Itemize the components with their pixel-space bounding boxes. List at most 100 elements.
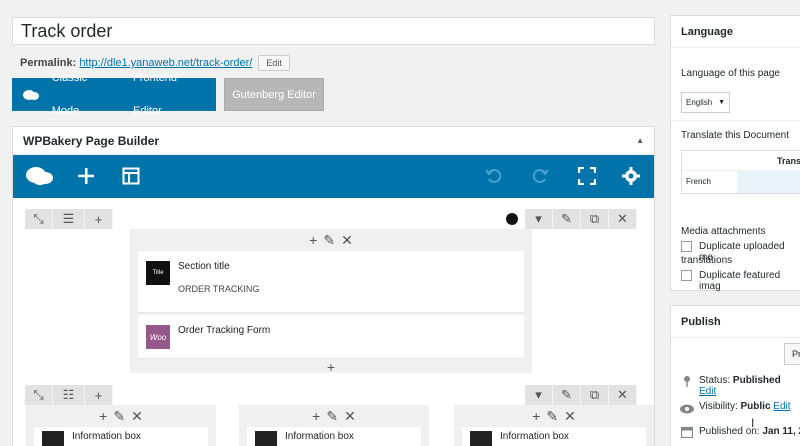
row-add-column-icon[interactable]: + (85, 385, 113, 405)
column-add-icon[interactable]: + (309, 232, 317, 248)
translation-table-header: Trans (682, 151, 800, 171)
column-add-icon[interactable]: + (99, 408, 107, 424)
status-row: Status: Published Edit (699, 375, 800, 397)
add-element-icon[interactable] (75, 165, 97, 187)
row-toggle-icon[interactable]: ▾ (525, 209, 553, 229)
column-delete-icon[interactable]: ✕ (564, 408, 576, 425)
row2-column-2: + ✎ ✕ Information box (239, 405, 429, 446)
column-tools: + ✎ ✕ (454, 405, 654, 427)
element-card-info-box[interactable]: Information box (462, 427, 646, 446)
column-delete-icon[interactable]: ✕ (341, 232, 353, 249)
row1-column: + ✎ ✕ Title Section title ORDER TRACKING… (130, 229, 532, 375)
status-label: Status: (699, 375, 731, 386)
column-tools: + ✎ ✕ (26, 405, 216, 427)
language-metabox: Language Language of this page English ▼… (670, 15, 800, 292)
row-layout-icon[interactable]: ☷ (53, 385, 85, 405)
duplicate-featured-label: Duplicate featured imag (699, 270, 781, 292)
element-subtitle: ORDER TRACKING (178, 284, 260, 294)
media-attachments-label: Media attachments (681, 226, 766, 237)
language-metabox-title[interactable]: Language (671, 16, 800, 48)
language-select-value: English (686, 98, 713, 107)
frontend-editor-button[interactable]: Frontend Editor (125, 62, 216, 128)
column-add-icon[interactable]: + (312, 408, 320, 424)
visibility-value: Public (740, 401, 771, 412)
element-card-order-tracking[interactable]: Woo Order Tracking Form (138, 315, 524, 359)
wpbakery-panel-header[interactable]: WPBakery Page Builder ▲ (13, 127, 654, 155)
duplicate-featured-checkbox[interactable] (681, 270, 692, 281)
row-edit-pencil-icon[interactable]: ✎ (553, 385, 581, 405)
column-add-icon[interactable]: + (532, 408, 540, 424)
column-tools: + ✎ ✕ (239, 405, 429, 427)
column-edit-icon[interactable]: ✎ (546, 408, 558, 425)
element-name: Information box (285, 431, 354, 442)
redo-icon[interactable] (529, 165, 551, 187)
element-card-info-box[interactable]: Information box (34, 427, 208, 446)
wpbakery-cloud-icon[interactable] (25, 165, 55, 187)
column-edit-icon[interactable]: ✎ (326, 408, 338, 425)
permalink-edit-button[interactable]: Edit (258, 55, 290, 71)
row1-controls-right: ▾ ✎ ⧉ ✕ (525, 209, 637, 229)
element-card-section-title[interactable]: Title Section title ORDER TRACKING (138, 251, 524, 313)
column-edit-icon[interactable]: ✎ (113, 408, 125, 425)
duplicate-uploaded-checkbox[interactable] (681, 241, 692, 252)
collapse-arrow-icon[interactable]: ▲ (636, 127, 644, 155)
row-move-icon[interactable]: ⤡ (25, 385, 53, 405)
translation-status-cell[interactable] (737, 171, 800, 193)
row-layout-icon[interactable]: ☰ (53, 209, 85, 229)
builder-canvas: ⤡ ☰ + ▾ ✎ ⧉ ✕ + ✎ ✕ Title Section title … (13, 199, 654, 446)
wpbakery-panel-title: WPBakery Page Builder (23, 134, 160, 148)
publish-metabox: Publish Pr Status: Published Edit Visibi… (670, 305, 800, 446)
settings-gear-icon[interactable] (620, 165, 642, 187)
undo-icon[interactable] (483, 165, 505, 187)
wpbakery-panel: WPBakery Page Builder ▲ ⤡ ☰ + ▾ ✎ ⧉ ✕ + … (12, 126, 655, 446)
info-box-thumb-icon (470, 431, 492, 446)
gutenberg-editor-button[interactable]: Gutenberg Editor (224, 78, 324, 111)
row1-controls-left: ⤡ ☰ + (25, 209, 113, 229)
row-delete-icon[interactable]: ✕ (609, 209, 637, 229)
language-of-page-label: Language of this page (681, 68, 780, 79)
language-select[interactable]: English ▼ (681, 92, 730, 113)
row2-controls-left: ⤡ ☷ + (25, 385, 113, 405)
templates-icon[interactable] (120, 165, 142, 187)
column-delete-icon[interactable]: ✕ (131, 408, 143, 425)
row-color-dot (506, 213, 518, 225)
element-card-info-box[interactable]: Information box (247, 427, 421, 446)
row-edit-pencil-icon[interactable]: ✎ (553, 209, 581, 229)
translation-row-french: French (682, 171, 800, 193)
info-box-thumb-icon (255, 431, 277, 446)
woocommerce-icon: Woo (146, 325, 170, 349)
row-delete-icon[interactable]: ✕ (609, 385, 637, 405)
row2-column-3: + ✎ ✕ Information box (454, 405, 654, 446)
info-box-thumb-icon (42, 431, 64, 446)
row-toggle-icon[interactable]: ▾ (525, 385, 553, 405)
section-title-thumb-icon: Title (146, 261, 170, 285)
row2-column-1: + ✎ ✕ Information box (26, 405, 216, 446)
calendar-icon (680, 426, 694, 439)
visibility-edit-link[interactable]: Edit (773, 401, 790, 412)
row-add-column-icon[interactable]: + (85, 209, 113, 229)
element-name: Information box (500, 431, 569, 442)
row-clone-icon[interactable]: ⧉ (581, 385, 609, 405)
fullscreen-icon[interactable] (576, 165, 598, 187)
preview-button[interactable]: Pr (784, 343, 800, 365)
wpbakery-logo-icon (18, 89, 44, 101)
wpbakery-toolbar (13, 155, 654, 198)
column-edit-icon[interactable]: ✎ (323, 232, 335, 249)
element-name: Section title (178, 261, 230, 272)
element-name: Order Tracking Form (178, 325, 271, 336)
row-clone-icon[interactable]: ⧉ (581, 209, 609, 229)
translation-table: Trans French (681, 150, 800, 194)
visibility-row: Visibility: Public Edit (699, 401, 791, 412)
row-move-icon[interactable]: ⤡ (25, 209, 53, 229)
divider (671, 120, 800, 121)
row2-controls-right: ▾ ✎ ⧉ ✕ (525, 385, 637, 405)
publish-metabox-title[interactable]: Publish (671, 306, 800, 338)
column-bottom-add-icon[interactable]: + (130, 359, 532, 375)
status-edit-link[interactable]: Edit (699, 386, 716, 397)
published-on-row: Published on: Jan 11, 20 (699, 426, 800, 437)
translation-lang-name: French (686, 177, 711, 186)
post-title-input[interactable]: Track order (12, 17, 655, 45)
status-value: Published (732, 375, 781, 386)
column-delete-icon[interactable]: ✕ (344, 408, 356, 425)
classic-mode-button[interactable]: Classic Mode (44, 62, 125, 128)
